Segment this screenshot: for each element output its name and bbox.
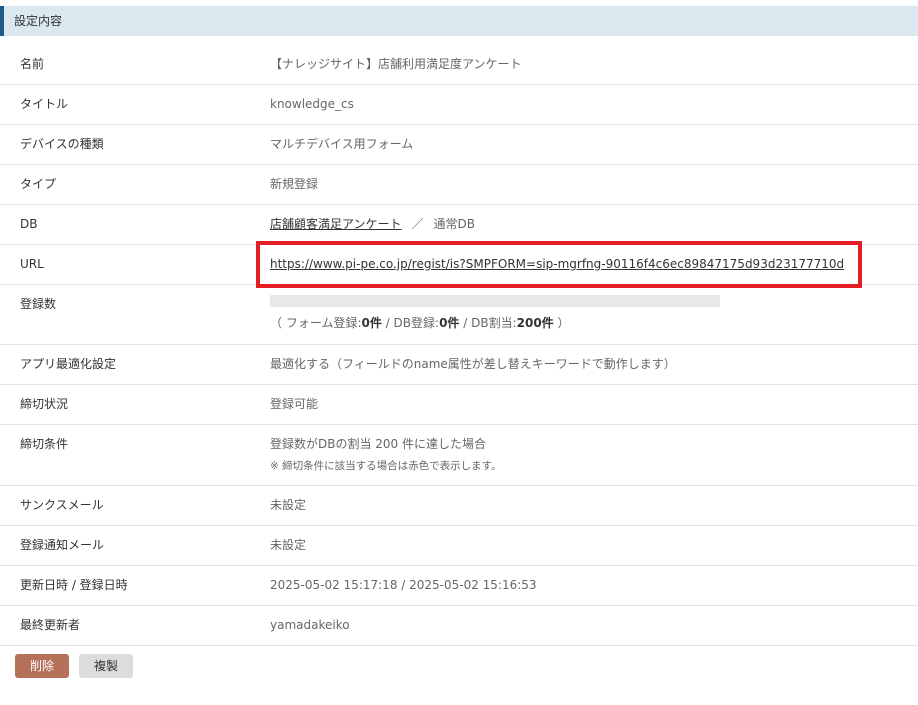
deadline-condition-text: 登録数がDBの割当 200 件に達した場合	[270, 437, 487, 451]
registration-progress-bar	[270, 295, 720, 307]
row-value: knowledge_cs	[270, 97, 354, 111]
row-value: （ フォーム登録:0件 / DB登録:0件 / DB割当:200件 ）	[270, 285, 720, 344]
row-value: 未設定	[270, 538, 307, 552]
row-thanks-mail: サンクスメール 未設定	[0, 486, 918, 526]
db-separator: ／	[411, 217, 424, 231]
row-registrations: 登録数 （ フォーム登録:0件 / DB登録:0件 / DB割当:200件 ）	[0, 285, 918, 345]
settings-table: 名前 【ナレッジサイト】店舗利用満足度アンケート タイトル knowledge_…	[0, 45, 918, 646]
row-value: 最適化する（フィールドのname属性が差し替えキーワードで動作します）	[270, 357, 676, 371]
row-label: 締切状況	[20, 397, 69, 411]
row-deadline-status: 締切状況 登録可能	[0, 385, 918, 425]
row-value: 未設定	[270, 498, 307, 512]
row-value: 登録数がDBの割当 200 件に達した場合 ※ 締切条件に該当する場合は赤色で表…	[270, 425, 502, 485]
registration-counts: （ フォーム登録:0件 / DB登録:0件 / DB割当:200件 ）	[270, 316, 570, 330]
row-value: 店舗顧客満足アンケート ／ 通常DB	[270, 205, 475, 244]
delete-button[interactable]: 削除	[15, 654, 69, 678]
row-label: 名前	[20, 57, 45, 71]
row-label: 締切条件	[20, 437, 69, 451]
row-label: デバイスの種類	[20, 137, 104, 151]
row-value: 新規登録	[270, 177, 319, 191]
row-value: yamadakeiko	[270, 618, 350, 632]
deadline-condition-note: ※ 締切条件に該当する場合は赤色で表示します。	[270, 460, 502, 472]
row-label: タイプ	[20, 177, 57, 191]
section-header: 設定内容	[0, 6, 918, 36]
row-label: サンクスメール	[20, 498, 104, 512]
row-label: 登録数	[20, 297, 57, 311]
row-value: 2025-05-02 15:17:18 / 2025-05-02 15:16:5…	[270, 578, 537, 592]
row-notify-mail: 登録通知メール 未設定	[0, 526, 918, 566]
row-label: DB	[20, 217, 38, 231]
row-dates: 更新日時 / 登録日時 2025-05-02 15:17:18 / 2025-0…	[0, 566, 918, 606]
row-label: 更新日時 / 登録日時	[20, 578, 128, 592]
row-value: 【ナレッジサイト】店舗利用満足度アンケート	[270, 57, 522, 71]
row-url: URL https://www.pi-pe.co.jp/regist/is?SM…	[0, 245, 918, 285]
row-last-editor: 最終更新者 yamadakeiko	[0, 606, 918, 646]
row-name: 名前 【ナレッジサイト】店舗利用満足度アンケート	[0, 45, 918, 85]
row-label: アプリ最適化設定	[20, 357, 117, 371]
row-device: デバイスの種類 マルチデバイス用フォーム	[0, 125, 918, 165]
row-label: タイトル	[20, 97, 69, 111]
section-title: 設定内容	[14, 14, 63, 28]
row-value: https://www.pi-pe.co.jp/regist/is?SMPFOR…	[270, 245, 844, 284]
db-type: 通常DB	[433, 217, 476, 231]
row-type: タイプ 新規登録	[0, 165, 918, 205]
action-buttons: 削除 複製	[15, 654, 133, 678]
copy-button[interactable]: 複製	[79, 654, 133, 678]
row-label: 登録通知メール	[20, 538, 105, 552]
row-value: 登録可能	[270, 397, 319, 411]
row-label: URL	[20, 257, 44, 271]
row-value: マルチデバイス用フォーム	[270, 137, 414, 151]
row-db: DB 店舗顧客満足アンケート ／ 通常DB	[0, 205, 918, 245]
form-url-link[interactable]: https://www.pi-pe.co.jp/regist/is?SMPFOR…	[270, 257, 844, 271]
row-label: 最終更新者	[20, 618, 81, 632]
row-title: タイトル knowledge_cs	[0, 85, 918, 125]
row-app-optimization: アプリ最適化設定 最適化する（フィールドのname属性が差し替えキーワードで動作…	[0, 345, 918, 385]
row-deadline-condition: 締切条件 登録数がDBの割当 200 件に達した場合 ※ 締切条件に該当する場合…	[0, 425, 918, 486]
db-link[interactable]: 店舗顧客満足アンケート	[270, 217, 402, 231]
